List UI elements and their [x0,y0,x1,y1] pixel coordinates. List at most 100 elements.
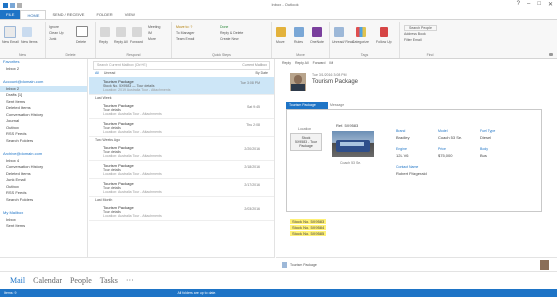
ignore-button[interactable]: Ignore [49,25,59,29]
folder-item[interactable]: Sent Items [0,223,87,230]
message-date: Tue 3/1/2016 3:08 PM [312,73,347,77]
nav-mail[interactable]: Mail [10,276,25,285]
forward-button[interactable]: Forward [130,40,143,44]
categorize-button[interactable]: Categorize [352,40,369,44]
stock-number: Stock No. 5X9585 [290,231,327,236]
onenote-icon[interactable] [312,27,322,37]
minimize-icon[interactable]: – [527,1,530,8]
search-people-field[interactable]: Search People [404,25,437,31]
new-email-button[interactable]: New Email [2,40,19,44]
message-row[interactable]: Tourism Package Tour details Location: Aus… [89,203,274,221]
unread-read-button[interactable]: Unread/ Read [332,40,354,44]
meeting-button[interactable]: Meeting [148,25,160,29]
filter-all[interactable]: All [95,71,99,75]
nav-people[interactable]: People [70,276,92,285]
new-items-icon[interactable] [22,27,32,37]
delete-button[interactable]: Delete [76,40,86,44]
new-items-button[interactable]: New Items [21,40,38,44]
qs-to-manager[interactable]: To Manager [176,31,194,35]
group-label-new: New [18,53,26,57]
move-icon[interactable] [276,27,286,37]
status-items: Items: 9 [4,291,17,295]
group-label-find: Find [426,53,434,57]
tab-send-receive[interactable]: SEND / RECEIVE [46,10,90,19]
junk-button[interactable]: Junk [49,37,56,41]
qs-team-email[interactable]: Team Email [176,37,194,41]
message-row[interactable]: Tourism Package Stock No. 5X9583 — Tour d… [89,77,274,95]
maximize-icon[interactable]: □ [537,1,541,8]
sort-dropdown[interactable]: By Date [256,70,268,77]
nav-calendar[interactable]: Calendar [33,276,62,285]
message-row[interactable]: Tourism Package Tour details Location: Aus… [89,179,274,197]
nav-more[interactable]: ··· [126,276,134,285]
follow-up-button[interactable]: Follow Up [376,40,392,44]
status-sync: All folders are up to date. [177,291,217,295]
nav-tasks[interactable]: Tasks [100,276,118,285]
cleanup-button[interactable]: Clean Up [49,31,64,35]
address-book-button[interactable]: Address Book [404,32,426,36]
new-email-icon[interactable] [4,26,16,38]
undo-icon[interactable] [17,2,22,8]
follow-up-flag-icon[interactable] [380,27,388,37]
photo-caption: Coach 53 Se. [340,161,362,165]
reading-reply-button[interactable]: Reply [282,61,291,65]
ribbon: New Email New Items New Ignore Clean Up … [0,19,557,59]
forward-icon[interactable] [132,27,142,37]
reading-forward-button[interactable]: Forward [313,61,326,65]
move-button[interactable]: Move [276,40,285,44]
people-pane-name[interactable]: Tourism Package [290,263,317,267]
reply-all-icon[interactable] [116,27,126,37]
bus-window [340,142,364,146]
more-button[interactable]: More [148,37,156,41]
quick-access-toolbar [3,2,22,8]
group-label-delete: Delete [65,53,76,57]
reply-all-button[interactable]: Reply All [114,40,128,44]
close-icon[interactable]: ✕ [548,1,553,8]
tab-home[interactable]: HOME [20,10,47,19]
model-label: Model [438,129,448,133]
outlook-logo-icon [3,2,8,8]
contact-value: Robert Fitzgerald [396,171,427,176]
people-pane: Tourism Package [276,257,557,271]
send-receive-icon[interactable] [10,2,15,8]
categorize-icon[interactable] [356,27,366,37]
ribbon-group-quick-steps: Move to: ? To Manager Team Email Done Re… [172,22,272,58]
message-row[interactable]: Tourism Package Tour details Location: Aus… [89,143,274,161]
onenote-button[interactable]: OneNote [310,40,324,44]
ribbon-group-find: Search People Address Book Filter Email … [400,22,460,58]
qs-move-to[interactable]: Move to: ? [176,25,192,29]
qs-done[interactable]: Done [220,25,228,29]
message-row[interactable]: Tourism Package Tour details Location: Aus… [89,161,274,179]
collapse-ribbon-icon[interactable] [549,53,553,56]
tab-file[interactable]: FILE [0,10,21,19]
tab-folder[interactable]: FOLDER [90,10,118,19]
qs-reply-delete[interactable]: Reply & Delete [220,31,243,35]
stock-number: Stock No. 5X9583 [290,219,327,224]
message-row[interactable]: Tourism Package Tour details Location: Aus… [89,119,274,137]
search-scope-dropdown[interactable]: Current Mailbox [242,62,267,69]
help-icon[interactable]: ? [517,1,520,8]
tab-view[interactable]: VIEW [119,10,141,19]
message-preview: Location: 2019 Australia Tour - Attachme… [103,88,171,92]
rules-icon[interactable] [294,27,304,37]
message-row[interactable]: Tourism Package Tour details Location: Aus… [89,101,274,119]
delete-icon[interactable] [76,26,88,37]
tab-tourism-package[interactable]: Tourism Package [286,102,328,109]
filter-email-button[interactable]: Filter Email [404,38,422,42]
reply-button[interactable]: Reply [99,40,108,44]
reply-icon[interactable] [100,27,110,37]
ribbon-group-delete: Ignore Clean Up Junk Delete Delete [46,22,96,58]
search-input[interactable]: Search Current Mailbox (Ctrl+E) Current … [93,61,270,70]
rules-button[interactable]: Rules [294,40,303,44]
qs-create-new[interactable]: Create New [220,37,238,41]
im-button[interactable]: IM [148,31,152,35]
unread-read-icon[interactable] [334,27,344,37]
reading-im-button[interactable]: IM [329,61,333,65]
reading-pane: Reply Reply All Forward IM Tue 3/1/2016 … [276,59,557,257]
filter-unread[interactable]: Unread [104,71,115,75]
reading-reply-all-button[interactable]: Reply All [295,61,309,65]
message-items: Tourism Package Stock No. 5X9583 — Tour d… [89,77,274,221]
ribbon-group-move: Move Rules OneNote Move [272,22,330,58]
message-preview: Location: Australia Tour - Attachments [103,154,162,158]
tab-message[interactable]: Message [330,102,344,109]
